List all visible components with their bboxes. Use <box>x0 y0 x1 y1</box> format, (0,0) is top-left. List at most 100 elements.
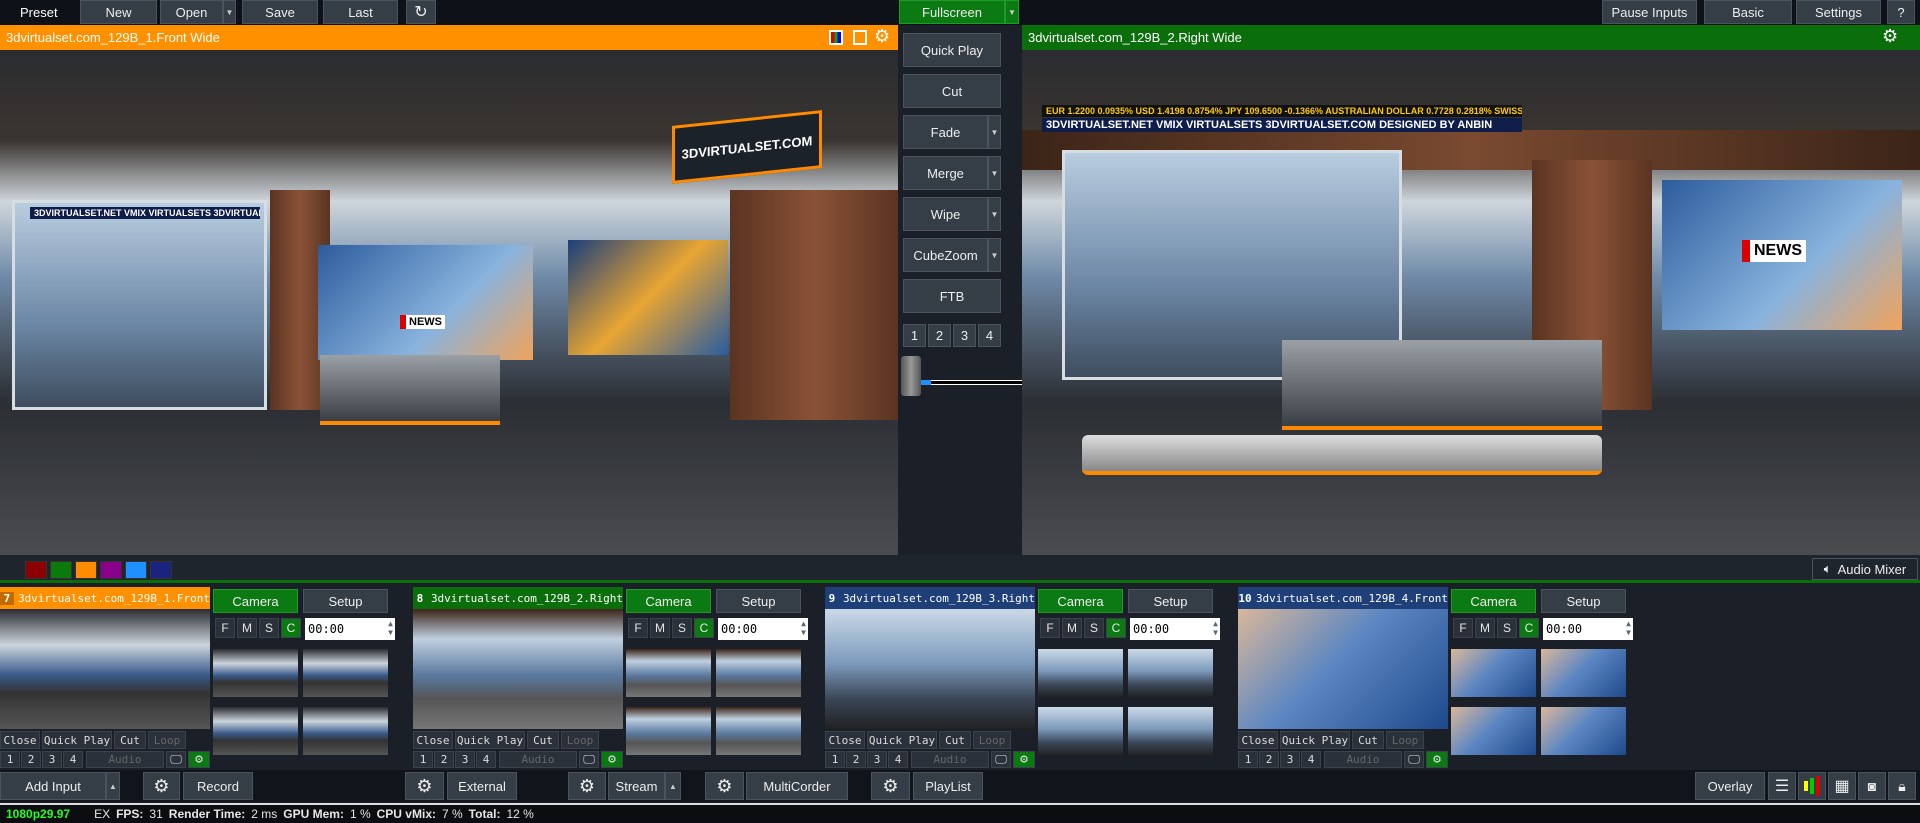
mode-c-button[interactable]: C <box>694 618 714 638</box>
input-overlay-2-button[interactable]: 2 <box>21 751 41 768</box>
input-close-button[interactable]: Close <box>0 731 40 749</box>
camera-preset-thumbnail[interactable] <box>1541 649 1626 697</box>
cubezoom-dropdown-arrow[interactable]: ▼ <box>988 238 1001 272</box>
time-input[interactable]: 00:00 ▲ ▼ <box>1130 618 1220 640</box>
time-input[interactable]: 00:00 ▲ ▼ <box>1543 618 1633 640</box>
camera-button[interactable]: Camera <box>213 589 298 613</box>
input-settings-gear-icon[interactable]: ⚙ <box>188 751 210 768</box>
input-loop-button[interactable]: Loop <box>973 731 1011 749</box>
basic-button[interactable]: Basic <box>1704 0 1792 24</box>
input-overlay-2-button[interactable]: 2 <box>846 751 866 768</box>
mode-m-button[interactable]: M <box>1062 618 1082 638</box>
camera-preset-thumbnail[interactable] <box>303 707 388 755</box>
input-preview-thumbnail[interactable] <box>1238 609 1448 729</box>
transition-3-button[interactable]: 3 <box>953 324 976 347</box>
camera-preset-thumbnail[interactable] <box>213 707 298 755</box>
input-7[interactable]: 7 3dvirtualset.com_129B_1.Front Close Qui… <box>0 587 210 768</box>
save-button[interactable]: Save <box>242 0 318 24</box>
mode-f-button[interactable]: F <box>628 618 648 638</box>
input-overlay-1-button[interactable]: 1 <box>825 751 845 768</box>
mode-m-button[interactable]: M <box>650 618 670 638</box>
input-overlay-3-button[interactable]: 3 <box>1280 751 1300 768</box>
camera-preset-thumbnail[interactable] <box>1451 707 1536 755</box>
stream-settings-gear-icon[interactable]: ⚙ <box>568 772 606 800</box>
camera-preset-thumbnail[interactable] <box>1128 649 1213 697</box>
mode-s-button[interactable]: S <box>259 618 279 638</box>
input-preview-thumbnail[interactable] <box>825 609 1035 729</box>
audio-meter-icon[interactable] <box>1798 772 1826 800</box>
input-overlay-4-button[interactable]: 4 <box>1301 751 1321 768</box>
merge-button[interactable]: Merge <box>903 156 988 190</box>
merge-dropdown-arrow[interactable]: ▼ <box>988 156 1001 190</box>
mode-m-button[interactable]: M <box>1475 618 1495 638</box>
mode-f-button[interactable]: F <box>1453 618 1473 638</box>
overlay-button[interactable]: Overlay <box>1695 772 1765 800</box>
camera-preset-thumbnail[interactable] <box>1038 707 1123 755</box>
input-overlay-1-button[interactable]: 1 <box>0 751 20 768</box>
input-title-bar[interactable]: 8 3dvirtualset.com_129B_2.Right <box>413 587 623 609</box>
camera-preset-thumbnail[interactable] <box>716 707 801 755</box>
monitor-icon[interactable]: 🖵︎ <box>166 751 186 768</box>
input-audio-button[interactable]: Audio <box>499 751 577 768</box>
camera-preset-thumbnail[interactable] <box>1038 649 1123 697</box>
snapshot-icon[interactable]: ◙ <box>1858 772 1886 800</box>
stream-dropdown-arrow[interactable]: ▲ <box>665 772 681 800</box>
input-cut-button[interactable]: Cut <box>527 731 559 749</box>
input-settings-gear-icon[interactable]: ⚙ <box>1426 751 1448 768</box>
mode-s-button[interactable]: S <box>1084 618 1104 638</box>
last-button[interactable]: Last <box>323 0 398 24</box>
input-overlay-4-button[interactable]: 4 <box>888 751 908 768</box>
input-title-bar[interactable]: 10 3dvirtualset.com_129B_4.Front <box>1238 587 1448 609</box>
fullscreen-button[interactable]: Fullscreen <box>899 0 1005 24</box>
mode-f-button[interactable]: F <box>1040 618 1060 638</box>
input-cut-button[interactable]: Cut <box>1352 731 1384 749</box>
input-quick-play-button[interactable]: Quick Play <box>455 731 525 749</box>
input-overlay-3-button[interactable]: 3 <box>42 751 62 768</box>
transition-4-button[interactable]: 4 <box>978 324 1001 347</box>
time-stepper[interactable]: ▲ ▼ <box>1626 619 1631 637</box>
color-tag-swatch[interactable] <box>75 561 97 579</box>
wipe-dropdown-arrow[interactable]: ▼ <box>988 197 1001 231</box>
grid-layout-icon[interactable]: ▦ <box>1828 772 1856 800</box>
playlist-button[interactable]: PlayList <box>913 772 983 800</box>
open-dropdown-arrow[interactable]: ▼ <box>223 0 236 24</box>
cut-button[interactable]: Cut <box>903 74 1001 108</box>
input-settings-gear-icon[interactable]: ⚙ <box>1013 751 1035 768</box>
external-button[interactable]: External <box>447 772 517 800</box>
camera-preset-thumbnail[interactable] <box>1541 707 1626 755</box>
mode-c-button[interactable]: C <box>1106 618 1126 638</box>
open-button[interactable]: Open <box>160 0 223 24</box>
stream-button[interactable]: Stream <box>608 772 665 800</box>
input-title-bar[interactable]: 7 3dvirtualset.com_129B_1.Front <box>0 587 210 609</box>
camera-button[interactable]: Camera <box>1451 589 1536 613</box>
input-9[interactable]: 9 3dvirtualset.com_129B_3.Right Close Qui… <box>825 587 1035 768</box>
camera-preset-thumbnail[interactable] <box>716 649 801 697</box>
multicorder-settings-gear-icon[interactable]: ⚙ <box>705 772 744 800</box>
gear-icon[interactable]: ⚙ <box>874 26 890 47</box>
input-close-button[interactable]: Close <box>825 731 865 749</box>
setup-button[interactable]: Setup <box>1541 589 1626 613</box>
mode-s-button[interactable]: S <box>672 618 692 638</box>
input-10[interactable]: 10 3dvirtualset.com_129B_4.Front Close Qu… <box>1238 587 1448 768</box>
input-quick-play-button[interactable]: Quick Play <box>1280 731 1350 749</box>
camera-button[interactable]: Camera <box>626 589 711 613</box>
help-button[interactable]: ? <box>1887 0 1915 24</box>
monitor-icon[interactable]: 🖵︎ <box>1404 751 1424 768</box>
multicorder-button[interactable]: MultiCorder <box>746 772 848 800</box>
time-stepper[interactable]: ▲ ▼ <box>801 619 806 637</box>
camera-preset-thumbnail[interactable] <box>1451 649 1536 697</box>
lock-icon[interactable]: 🔒︎ <box>1888 772 1916 800</box>
input-audio-button[interactable]: Audio <box>1324 751 1402 768</box>
camera-preset-thumbnail[interactable] <box>1128 707 1213 755</box>
input-overlay-2-button[interactable]: 2 <box>1259 751 1279 768</box>
setup-button[interactable]: Setup <box>303 589 388 613</box>
fade-button[interactable]: Fade <box>903 115 988 149</box>
camera-preset-thumbnail[interactable] <box>626 707 711 755</box>
input-overlay-1-button[interactable]: 1 <box>413 751 433 768</box>
add-input-dropdown-arrow[interactable]: ▲ <box>106 772 120 800</box>
add-input-button[interactable]: Add Input <box>0 772 106 800</box>
gear-icon[interactable]: ⚙ <box>1882 26 1898 47</box>
camera-preset-thumbnail[interactable] <box>626 649 711 697</box>
color-tag-swatch[interactable] <box>50 561 72 579</box>
ftb-button[interactable]: FTB <box>903 279 1001 313</box>
